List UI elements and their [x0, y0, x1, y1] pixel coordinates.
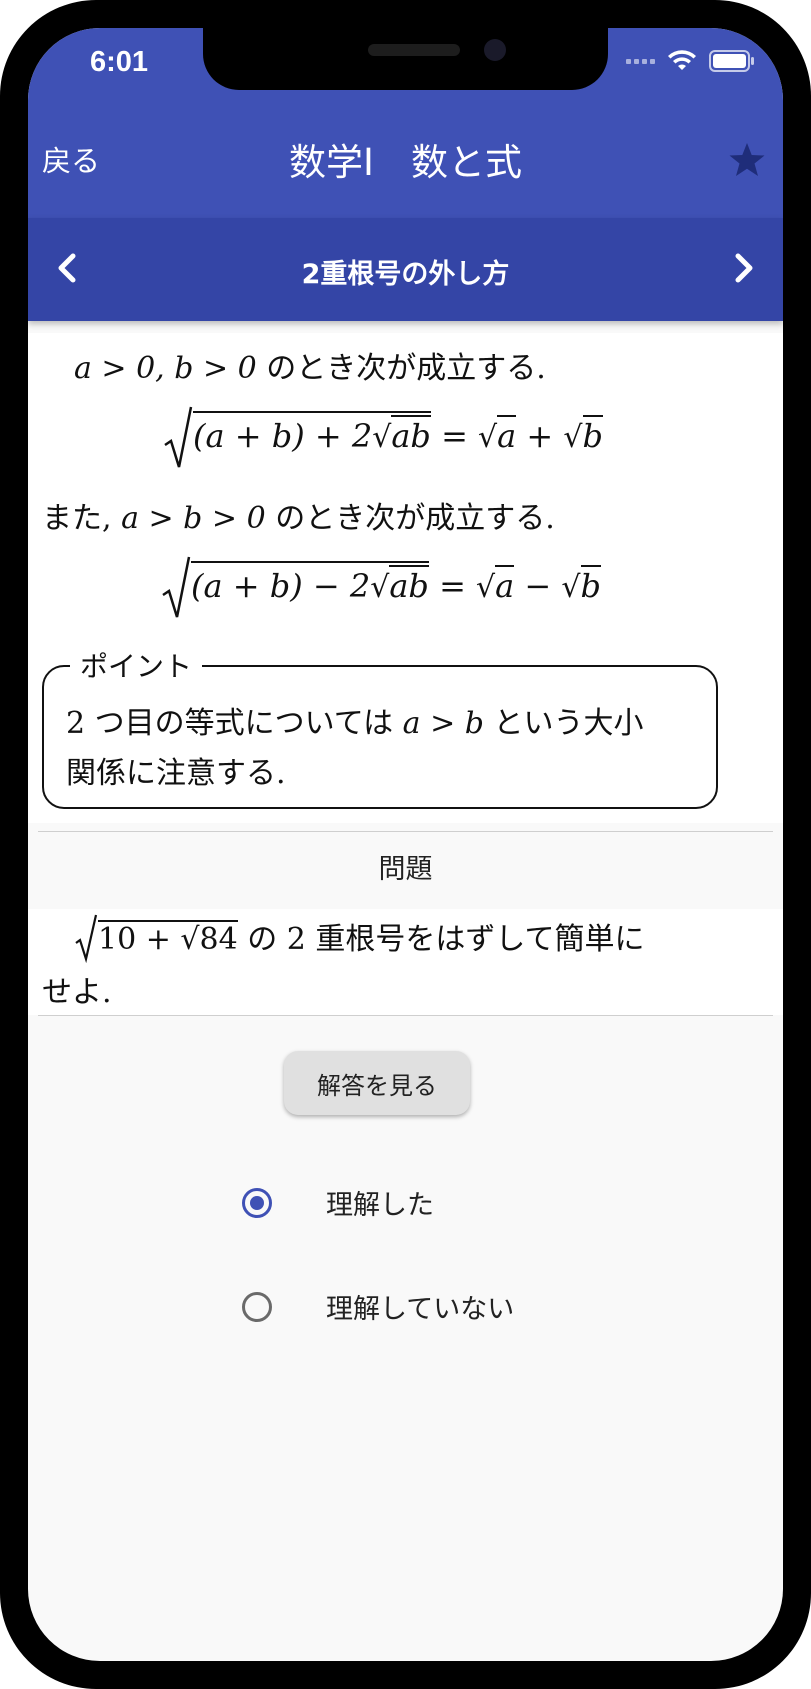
sqrt-sign-icon [164, 406, 193, 468]
star-icon[interactable] [727, 140, 767, 180]
signal-icon [626, 58, 655, 64]
status-time: 6:01 [90, 46, 149, 78]
wifi-icon [668, 50, 696, 70]
divider [38, 831, 773, 832]
divider [38, 1015, 773, 1016]
formula-1: (a + b) + 2√ab = √a + √b [163, 405, 604, 473]
point-label: ポイント [70, 645, 203, 685]
page-title: 数学I 数と式 [289, 141, 522, 184]
screen: 6:01 戻る 数学I 数と式 2重根号の外し方 a > 0, b > 0 のと… [28, 28, 783, 1661]
section-bar: 2重根号の外し方 [28, 218, 783, 321]
section-title: 2重根号の外し方 [301, 259, 510, 290]
formula-2: (a + b) − 2√ab = √a − √b [161, 555, 602, 623]
phone-frame: 6:01 戻る 数学I 数と式 2重根号の外し方 a > 0, b > 0 のと… [0, 0, 811, 1689]
show-answer-button[interactable]: 解答を見る [284, 1051, 470, 1115]
option-not-understood[interactable]: 理解していない [242, 1287, 514, 1326]
option-label: 理解していない [326, 1294, 515, 1325]
status-icons [626, 46, 755, 76]
point-text: 2 つ目の等式については a > b という大小 関係に注意する. [66, 706, 644, 791]
problem-line-1: 10 + √84 の 2 重根号をはずして簡単に [74, 913, 645, 964]
sqrt-sign-icon [162, 556, 191, 618]
option-label: 理解した [326, 1190, 434, 1221]
camera [484, 39, 506, 61]
explanation-line-2: また, a > b > 0 のとき次が成立する. [42, 501, 555, 536]
problem-block: 10 + √84 の 2 重根号をはずして簡単に せよ. [28, 909, 783, 1015]
battery-icon [709, 50, 754, 72]
radio-button[interactable] [242, 1291, 272, 1322]
speaker [368, 44, 460, 56]
chevron-right-icon[interactable] [723, 248, 763, 288]
radio-button-checked[interactable] [242, 1187, 272, 1218]
explanation-block: a > 0, b > 0 のとき次が成立する. (a + b) + 2√ab =… [28, 333, 783, 823]
notch [203, 28, 608, 90]
problem-label: 問題 [378, 854, 433, 885]
point-box: ポイント 2 つ目の等式については a > b という大小 関係に注意する. [42, 645, 718, 809]
problem-line-2: せよ. [42, 975, 112, 1010]
option-understood[interactable]: 理解した [242, 1183, 434, 1222]
explanation-line-1: a > 0, b > 0 のとき次が成立する. [74, 351, 546, 386]
sqrt-sign-icon [75, 914, 98, 964]
